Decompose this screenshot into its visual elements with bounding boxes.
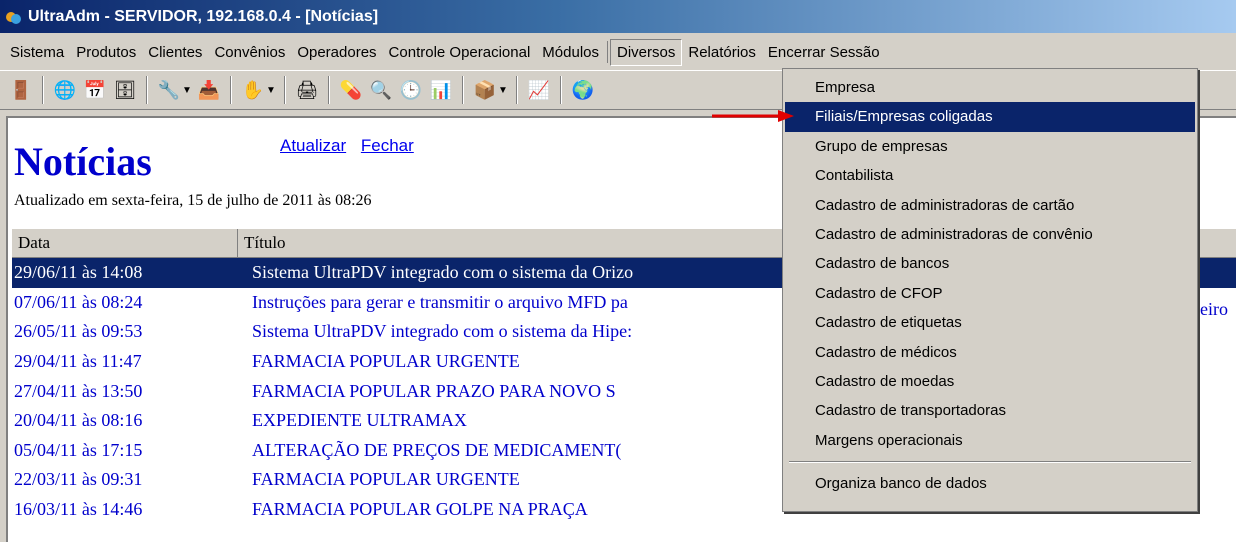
- chevron-down-icon[interactable]: ▼: [182, 85, 194, 96]
- menu-clientes[interactable]: Clientes: [142, 40, 208, 65]
- updated-label: Atualizado em sexta-feira, 15 de julho d…: [14, 192, 372, 209]
- row-date: 22/03/11 às 09:31: [14, 469, 143, 490]
- row-date: 26/05/11 às 09:53: [14, 321, 143, 342]
- menu-sistema[interactable]: Sistema: [4, 40, 70, 65]
- menu-convenios[interactable]: Convênios: [208, 40, 291, 65]
- toolbar-separator: [328, 76, 330, 104]
- menu-divider: [607, 41, 608, 63]
- page-title: Notícias: [14, 139, 152, 184]
- graph-icon[interactable]: 📈: [526, 77, 552, 103]
- row-date: 20/04/11 às 08:16: [14, 410, 143, 431]
- clock-icon[interactable]: 🕒: [398, 77, 424, 103]
- row-date: 29/06/11 às 14:08: [14, 262, 143, 283]
- toolbar-separator: [146, 76, 148, 104]
- toolbar-separator: [462, 76, 464, 104]
- menu-item-margens[interactable]: Margens operacionais: [785, 426, 1195, 455]
- menu-item-medicos[interactable]: Cadastro de médicos: [785, 338, 1195, 367]
- chevron-down-icon[interactable]: ▼: [266, 85, 278, 96]
- menu-item-cfop[interactable]: Cadastro de CFOP: [785, 279, 1195, 308]
- menu-separator: [789, 461, 1191, 464]
- row-date: 29/04/11 às 11:47: [14, 351, 142, 372]
- menu-bar: Sistema Produtos Clientes Convênios Oper…: [0, 37, 1236, 67]
- package-icon[interactable]: 📦: [472, 77, 498, 103]
- menu-item-adm-cartao[interactable]: Cadastro de administradoras de cartão: [785, 191, 1195, 220]
- menu-item-bancos[interactable]: Cadastro de bancos: [785, 249, 1195, 278]
- toolbar-separator: [42, 76, 44, 104]
- hand-icon[interactable]: ✋: [240, 77, 266, 103]
- menu-item-empresa[interactable]: Empresa: [785, 73, 1195, 102]
- menu-relatorios[interactable]: Relatórios: [682, 40, 762, 65]
- toolbar-separator: [560, 76, 562, 104]
- news-links: Atualizar Fechar: [280, 136, 424, 156]
- row-date: 16/03/11 às 14:46: [14, 499, 143, 520]
- column-header-date[interactable]: Data: [12, 229, 238, 257]
- exit-icon[interactable]: 🚪: [8, 77, 34, 103]
- row-date: 27/04/11 às 13:50: [14, 380, 143, 401]
- menu-operadores[interactable]: Operadores: [291, 40, 382, 65]
- toolbar-separator: [284, 76, 286, 104]
- cabinet-icon[interactable]: 🗄: [112, 77, 138, 103]
- menu-diversos[interactable]: Diversos: [610, 38, 683, 66]
- red-arrow-icon: [712, 110, 794, 122]
- network-icon[interactable]: 🌍: [570, 77, 596, 103]
- menu-controle-operacional[interactable]: Controle Operacional: [383, 40, 537, 65]
- menu-item-organiza-banco[interactable]: Organiza banco de dados: [785, 469, 1195, 498]
- menu-item-contabilista[interactable]: Contabilista: [785, 161, 1195, 190]
- menu-item-grupo-empresas[interactable]: Grupo de empresas: [785, 132, 1195, 161]
- refresh-link[interactable]: Atualizar: [280, 136, 346, 155]
- calendar-icon[interactable]: 📅: [82, 77, 108, 103]
- toolbar-separator: [516, 76, 518, 104]
- menu-item-adm-convenio[interactable]: Cadastro de administradoras de convênio: [785, 220, 1195, 249]
- window-title: UltraAdm - SERVIDOR, 192.168.0.4 - [Notí…: [28, 7, 379, 25]
- close-link[interactable]: Fechar: [361, 136, 414, 155]
- menu-item-etiquetas[interactable]: Cadastro de etiquetas: [785, 308, 1195, 337]
- inbox-icon[interactable]: 📥: [196, 77, 222, 103]
- menu-encerrar-sessao[interactable]: Encerrar Sessão: [762, 40, 886, 65]
- menu-item-transportadoras[interactable]: Cadastro de transportadoras: [785, 396, 1195, 425]
- menu-produtos[interactable]: Produtos: [70, 40, 142, 65]
- toolbar-separator: [230, 76, 232, 104]
- menu-item-moedas[interactable]: Cadastro de moedas: [785, 367, 1195, 396]
- search-icon[interactable]: 🔍: [368, 77, 394, 103]
- app-icon: [6, 9, 22, 25]
- chevron-down-icon[interactable]: ▼: [498, 85, 510, 96]
- menu-modulos[interactable]: Módulos: [536, 40, 605, 65]
- tools-icon[interactable]: 🔧: [156, 77, 182, 103]
- printer-icon[interactable]: 🖨: [294, 77, 320, 103]
- globe-icon[interactable]: 🌐: [52, 77, 78, 103]
- menu-item-filiais[interactable]: Filiais/Empresas coligadas: [785, 102, 1195, 132]
- truncated-title-text: eiro: [1200, 299, 1228, 319]
- row-date: 07/06/11 às 08:24: [14, 291, 143, 312]
- pills-icon[interactable]: 💊: [338, 77, 364, 103]
- chart-icon[interactable]: 📊: [428, 77, 454, 103]
- row-date: 05/04/11 às 17:15: [14, 439, 143, 460]
- title-bar: UltraAdm - SERVIDOR, 192.168.0.4 - [Notí…: [0, 0, 1236, 33]
- diversos-dropdown-menu: Empresa Filiais/Empresas coligadas Grupo…: [782, 68, 1198, 512]
